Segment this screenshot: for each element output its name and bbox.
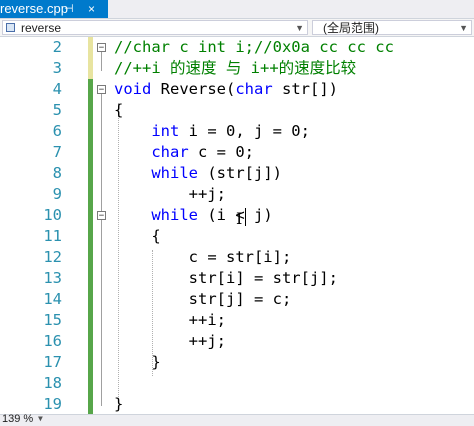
class-icon: [6, 23, 15, 32]
code-token: }: [114, 395, 124, 413]
global-scope-value: (全局范围): [323, 21, 379, 35]
code-line[interactable]: //char c int i;//0x0a cc cc cc: [114, 37, 394, 58]
code-line[interactable]: void Reverse(char str[]): [114, 79, 338, 100]
code-line[interactable]: c = str[i];: [114, 247, 292, 268]
keyword-token: char: [235, 80, 273, 98]
line-number: 19: [43, 395, 62, 413]
line-number: 9: [52, 185, 62, 203]
tab-filename: reverse.cpp: [0, 1, 68, 16]
change-tracking-bar: [88, 37, 93, 414]
scope-dropdown-value: reverse: [21, 21, 62, 35]
line-number: 11: [43, 227, 62, 245]
code-token: str[]): [272, 80, 338, 98]
code-line[interactable]: while (str[j]): [114, 163, 282, 184]
chevron-down-icon[interactable]: ▼: [38, 414, 43, 423]
code-line[interactable]: str[j] = c;: [114, 289, 292, 310]
code-token: (str[j]): [198, 164, 282, 182]
code-line[interactable]: {: [114, 226, 161, 247]
line-number: 12: [43, 248, 62, 266]
keyword-token: while: [151, 206, 198, 224]
navigation-bar: reverse ▼ (全局范围) ▼: [0, 18, 474, 37]
mouse-ibeam-cursor: I: [236, 209, 243, 228]
code-line[interactable]: ++i;: [114, 310, 226, 331]
collapse-comment-toggle[interactable]: −: [97, 43, 106, 53]
scope-dropdown[interactable]: reverse ▼: [2, 20, 308, 35]
unsaved-change-marker: [88, 37, 93, 79]
code-line[interactable]: ++j;: [114, 184, 226, 205]
code-token: i = 0, j = 0;: [179, 122, 310, 140]
outline-guide: [101, 52, 102, 71]
code-line[interactable]: {: [114, 100, 123, 121]
document-tab-strip: reverse.cpp ⊣ ×: [0, 0, 474, 18]
line-number: 18: [43, 374, 62, 392]
code-token: {: [114, 227, 161, 245]
code-token: }: [114, 353, 161, 371]
line-number: 14: [43, 290, 62, 308]
line-number: 5: [52, 101, 62, 119]
code-line[interactable]: }: [114, 394, 123, 414]
collapse-while-toggle[interactable]: −: [97, 211, 106, 221]
keyword-token: while: [151, 164, 198, 182]
line-number: 16: [43, 332, 62, 350]
code-line[interactable]: }: [114, 352, 161, 373]
global-scope-dropdown[interactable]: (全局范围) ▼: [312, 20, 472, 35]
code-line[interactable]: char c = 0;: [114, 142, 254, 163]
line-number: 7: [52, 143, 62, 161]
code-line[interactable]: while (i < j): [114, 205, 272, 226]
code-token: c = 0;: [188, 143, 254, 161]
keyword-token: int: [151, 122, 180, 140]
line-number: 2: [52, 38, 62, 56]
code-token: c = str[i];: [114, 248, 292, 266]
editor-status-bar: 139 % ▼: [0, 413, 474, 426]
text-caret: [245, 208, 246, 226]
line-number: 15: [43, 311, 62, 329]
line-number: 4: [52, 80, 62, 98]
comment-token: //char c int i;//0x0a cc cc cc: [114, 38, 394, 56]
keyword-token: char: [151, 143, 189, 161]
code-token: str[j] = c;: [114, 290, 292, 308]
code-line[interactable]: str[i] = str[j];: [114, 268, 338, 289]
code-token: Reverse(: [151, 80, 236, 98]
close-icon[interactable]: ×: [88, 0, 95, 18]
code-editor[interactable]: 2 3 4 5 6 7 8 9 10 11 12 13 14 15 16 17 18 19 − − − //cha…: [0, 37, 474, 414]
code-token: {: [114, 101, 124, 119]
code-token: ++j;: [114, 332, 226, 350]
collapse-function-toggle[interactable]: −: [97, 85, 106, 95]
zoom-level[interactable]: 139 %: [2, 413, 33, 425]
line-number: 17: [43, 353, 62, 371]
line-number: 13: [43, 269, 62, 287]
pin-icon[interactable]: ⊣: [64, 0, 74, 18]
outline-guide: [101, 94, 102, 406]
code-token: ++i;: [114, 311, 226, 329]
code-token: str[i] = str[j];: [114, 269, 338, 287]
code-line[interactable]: //++i 的速度 与 i++的速度比较: [114, 58, 356, 79]
code-line[interactable]: ++j;: [114, 331, 226, 352]
chevron-down-icon: ▼: [459, 23, 468, 33]
line-number: 8: [52, 164, 62, 182]
code-line[interactable]: int i = 0, j = 0;: [114, 121, 310, 142]
line-number: 6: [52, 122, 62, 140]
comment-token: //++i 的速度 与 i++的速度比较: [114, 59, 357, 77]
line-number: 3: [52, 59, 62, 77]
keyword-token: void: [114, 80, 152, 98]
chevron-down-icon: ▼: [295, 23, 304, 33]
line-number: 10: [43, 206, 62, 224]
tab-reverse-cpp[interactable]: reverse.cpp ⊣ ×: [0, 0, 108, 18]
code-token: ++j;: [114, 185, 226, 203]
